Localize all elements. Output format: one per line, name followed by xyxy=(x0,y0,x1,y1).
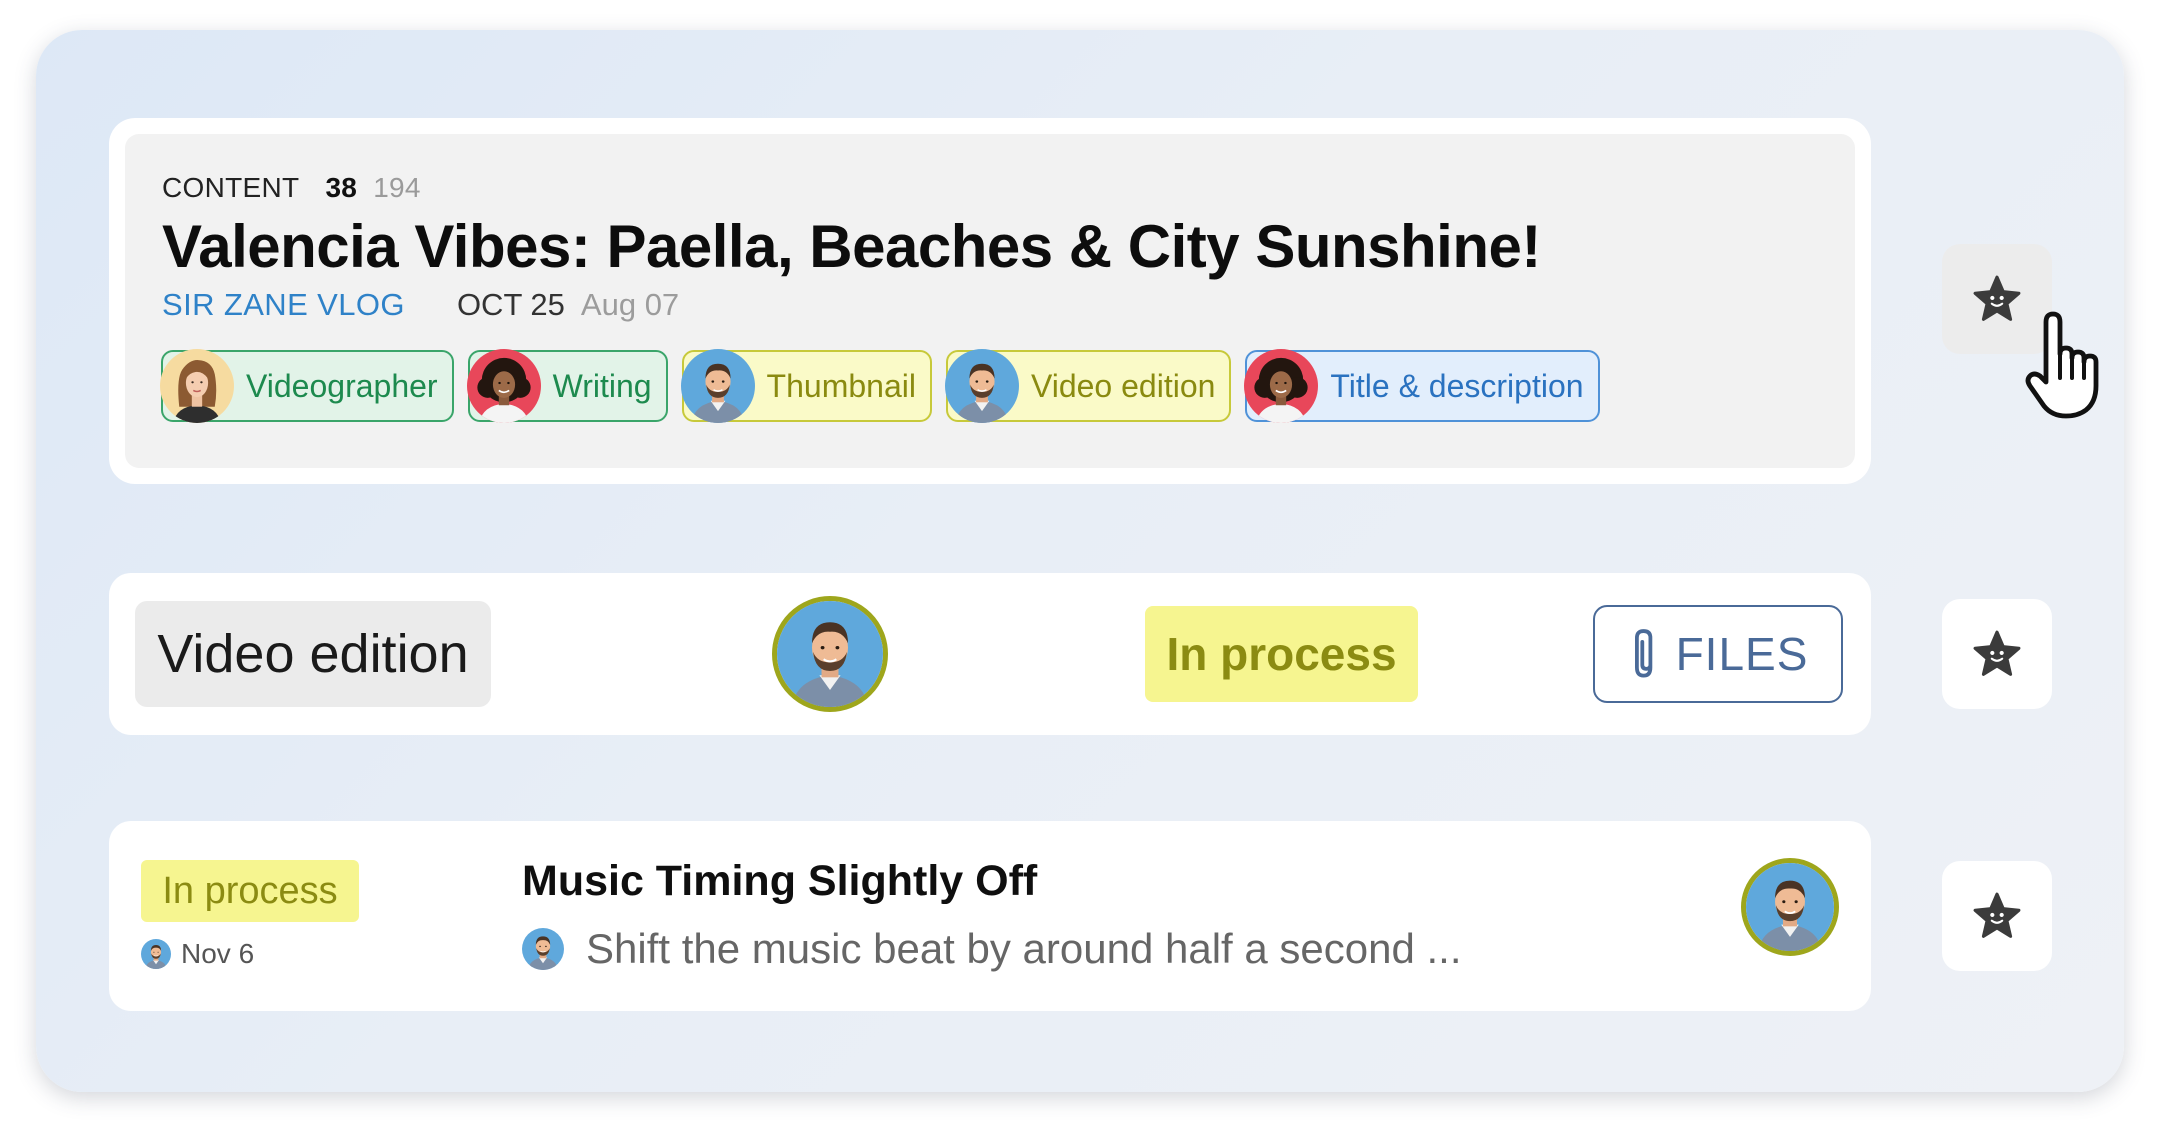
avatar xyxy=(777,601,883,707)
content-card[interactable]: CONTENT 38 194 Valencia Vibes: Paella, B… xyxy=(109,118,1871,484)
content-meta: CONTENT 38 194 xyxy=(162,172,421,204)
assignee-avatar[interactable] xyxy=(772,596,888,712)
chip-title-description[interactable]: Title & description xyxy=(1244,349,1600,423)
content-subline: SIR ZANE VLOG OCT 25 Aug 07 xyxy=(162,287,679,323)
task-label: Video edition xyxy=(135,601,491,707)
comment-meta: Nov 6 xyxy=(141,938,254,970)
created-date: Aug 07 xyxy=(580,287,680,322)
chip-label: Title & description xyxy=(1330,367,1584,404)
chip-videographer[interactable]: Videographer xyxy=(161,350,454,422)
star-icon xyxy=(1972,891,2022,941)
avatar xyxy=(467,349,541,423)
favorite-button-task[interactable] xyxy=(1942,599,2052,709)
files-button[interactable]: FILES xyxy=(1593,605,1843,703)
favorite-button-comment[interactable] xyxy=(1942,861,2052,971)
publish-date: OCT 25 xyxy=(456,287,565,322)
comment-date: Nov 6 xyxy=(181,938,255,969)
avatar xyxy=(522,928,564,970)
chip-writing[interactable]: Writing xyxy=(468,350,668,422)
content-count-primary: 38 xyxy=(325,172,358,203)
chip-video-edition[interactable]: Video edition xyxy=(945,349,1232,423)
avatar xyxy=(681,349,755,423)
comment-preview-text: Shift the music beat by around half a se… xyxy=(586,925,1462,972)
avatar xyxy=(1244,349,1318,423)
avatar xyxy=(945,349,1019,423)
status-badge[interactable]: In process xyxy=(1145,606,1418,702)
chip-label: Writing xyxy=(552,367,652,404)
channel-link[interactable]: SIR ZANE VLOG xyxy=(162,287,405,323)
chip-label: Videographer xyxy=(246,367,438,404)
section-label: CONTENT xyxy=(162,172,300,203)
star-icon xyxy=(1972,274,2022,324)
avatar xyxy=(141,939,171,969)
avatar xyxy=(160,349,234,423)
paperclip-icon xyxy=(1634,629,1652,678)
task-row[interactable]: Video edition In process FILES xyxy=(109,573,1871,735)
chip-label: Thumbnail xyxy=(766,367,916,404)
role-chips: Videographer Writing Thumbnail Video edi… xyxy=(161,350,1600,422)
avatar xyxy=(1746,863,1834,951)
content-card-body: CONTENT 38 194 Valencia Vibes: Paella, B… xyxy=(125,134,1855,468)
content-count-secondary: 194 xyxy=(373,172,421,203)
status-badge[interactable]: In process xyxy=(141,860,359,922)
comment-title[interactable]: Music Timing Slightly Off xyxy=(522,857,1037,906)
chip-label: Video edition xyxy=(1030,367,1216,404)
assignee-avatar[interactable] xyxy=(1741,858,1839,956)
star-icon xyxy=(1972,629,2022,679)
files-label: FILES xyxy=(1675,628,1809,680)
app-panel: CONTENT 38 194 Valencia Vibes: Paella, B… xyxy=(36,30,2124,1092)
chip-thumbnail[interactable]: Thumbnail xyxy=(682,350,932,422)
comment-row[interactable]: In process Nov 6 Music Timing Slightly O… xyxy=(109,821,1871,1011)
comment-preview: Shift the music beat by around half a se… xyxy=(522,925,1462,973)
hand-pointer-icon xyxy=(2025,311,2099,419)
content-title[interactable]: Valencia Vibes: Paella, Beaches & City S… xyxy=(162,212,1541,281)
